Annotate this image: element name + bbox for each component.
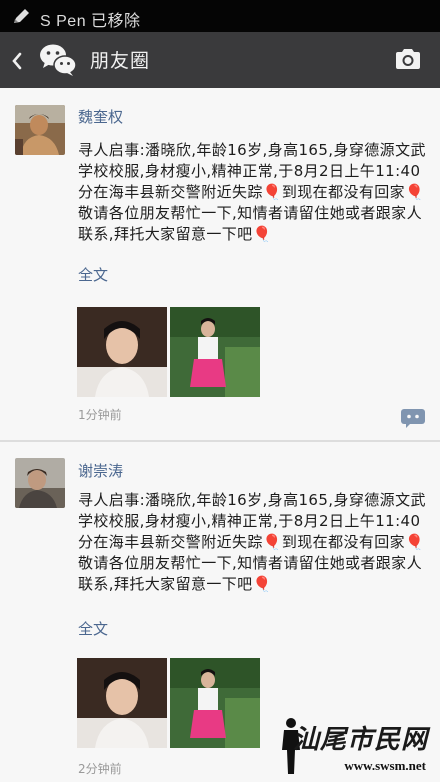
action-bar: 朋友圈 [0, 32, 440, 88]
full-text-link[interactable]: 全文 [78, 264, 108, 285]
site-watermark: 汕尾市民网 www.swsm.net [276, 714, 436, 778]
avatar[interactable] [15, 105, 65, 155]
photo-thumbnail[interactable] [77, 658, 167, 748]
pen-icon [14, 9, 29, 23]
post-text: 寻人启事:潘晓欣,年龄16岁,身高165,身穿德源文武学校校服,身材瘦小,精神正… [78, 141, 426, 243]
wechat-logo-icon [40, 44, 77, 76]
chevron-left-icon[interactable] [10, 50, 24, 72]
post-text: 寻人启事:潘晓欣,年龄16岁,身高165,身穿德源文武学校校服,身材瘦小,精神正… [78, 491, 426, 593]
camera-icon[interactable] [394, 47, 422, 71]
comment-icon[interactable] [400, 408, 426, 428]
photo-thumbnail[interactable] [170, 658, 260, 748]
avatar[interactable] [15, 458, 65, 508]
photo-thumbnail[interactable] [170, 307, 260, 397]
watermark-url: www.swsm.net [344, 758, 426, 773]
post-time: 2分钟前 [78, 762, 122, 776]
username[interactable]: 谢崇涛 [78, 460, 123, 481]
watermark-brand: 汕尾市民网 [292, 725, 428, 755]
page-title: 朋友圈 [90, 50, 151, 72]
status-bar: S Pen 已移除 [0, 0, 440, 32]
username[interactable]: 魏奎权 [78, 106, 123, 127]
photo-thumbnail[interactable] [77, 307, 167, 397]
moment-post: 魏奎权 寻人启事:潘晓欣,年龄16岁,身高165,身穿德源文武学校校服,身材瘦小… [0, 88, 440, 440]
post-time: 1分钟前 [78, 408, 122, 422]
full-text-link[interactable]: 全文 [78, 618, 108, 639]
status-text: S Pen 已移除 [40, 13, 141, 30]
